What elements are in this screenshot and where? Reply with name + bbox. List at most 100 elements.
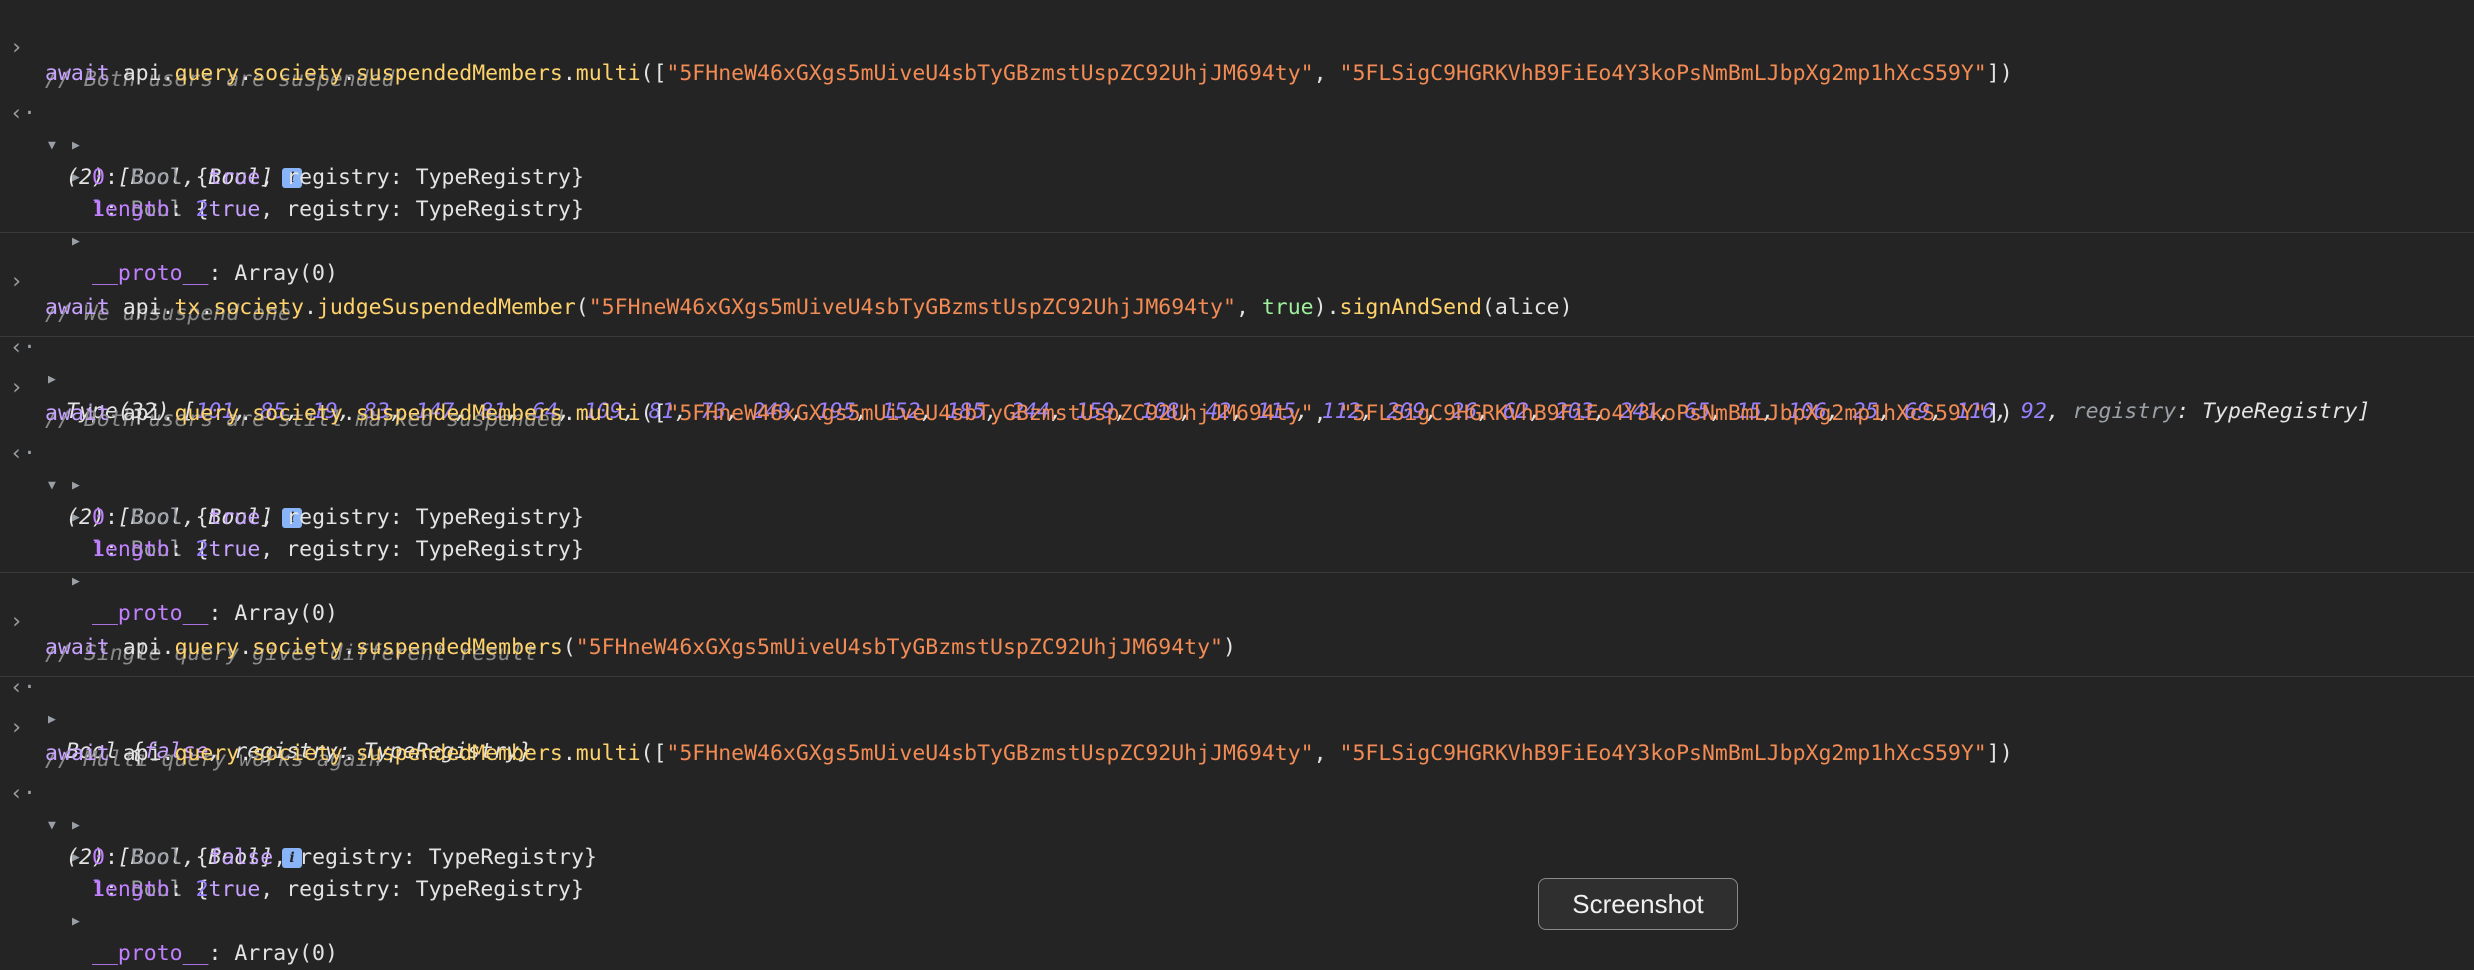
collapse-arrow-icon[interactable]: ▶ <box>72 226 80 258</box>
collapse-arrow-icon[interactable]: ▶ <box>72 130 80 162</box>
collapse-arrow-icon[interactable]: ▶ <box>72 810 80 842</box>
collapse-arrow-icon[interactable]: ▶ <box>48 364 56 396</box>
expand-arrow-icon[interactable]: ▼ <box>48 810 56 842</box>
value: TypeRegistry <box>415 197 571 222</box>
console-input-1-code[interactable]: await api.query.society.suspendedMembers… <box>0 26 2013 86</box>
token: signAndSend <box>1339 295 1482 320</box>
value: TypeRegistry <box>415 505 571 530</box>
token: api <box>122 61 162 86</box>
type: Bool <box>130 165 183 190</box>
token: society <box>252 61 343 86</box>
value: TypeRegistry <box>415 877 571 902</box>
tree-item[interactable]: ▶ 1: Bool {true, registry: TypeRegistry} <box>0 810 584 902</box>
string-address-b: "5FLSigC9HGRKVhB9FiEo4Y3koPsNmBmLJbpXg2m… <box>1339 401 1987 426</box>
string-address-a: "5FHneW46xGXgs5mUiveU4sbTyGBzmstUspZC92U… <box>666 61 1314 86</box>
token: api <box>122 401 162 426</box>
screenshot-tooltip: Screenshot <box>1538 878 1738 930</box>
key: length <box>92 877 170 902</box>
expand-arrow-icon[interactable]: ▼ <box>48 130 56 162</box>
console-result-4[interactable]: ‹· ▶ Bool {false, registry: TypeRegistry… <box>0 640 532 764</box>
divider <box>0 572 2474 573</box>
key: __proto__ <box>92 261 209 286</box>
token: society <box>252 741 343 766</box>
token: multi <box>575 741 641 766</box>
token: suspendedMembers <box>355 741 563 766</box>
string-address-a: "5FHneW46xGXgs5mUiveU4sbTyGBzmstUspZC92U… <box>666 401 1314 426</box>
key: __proto__ <box>92 941 209 966</box>
collapse-arrow-icon[interactable]: ▶ <box>72 906 80 938</box>
console-result-1: ‹· ▼ (2) [Bool, Bool] i <box>0 66 302 190</box>
type: Bool <box>130 845 183 870</box>
value: true <box>208 197 261 222</box>
collapse-arrow-icon[interactable]: ▶ <box>48 704 56 736</box>
value: Array(0) <box>234 261 338 286</box>
token: query <box>174 635 240 660</box>
prop: registry <box>286 537 390 562</box>
tree-item[interactable]: ▶ 1: Bool {true, registry: TypeRegistry} <box>0 130 584 222</box>
key: 0 <box>92 505 105 530</box>
prop: registry <box>286 877 390 902</box>
token: await <box>45 741 110 766</box>
tree-item[interactable]: ▶ 0: Bool {true, registry: TypeRegistry} <box>0 98 584 190</box>
value: Array(0) <box>234 601 338 626</box>
value: TypeRegistry <box>428 845 584 870</box>
key: length <box>92 197 170 222</box>
type32-value: 92 <box>2020 399 2047 424</box>
tree-item[interactable]: ▶ __proto__: Array(0) <box>0 874 338 966</box>
string-address-a: "5FHneW46xGXgs5mUiveU4sbTyGBzmstUspZC92U… <box>575 635 1224 660</box>
string-address-a: "5FHneW46xGXgs5mUiveU4sbTyGBzmstUspZC92U… <box>588 295 1236 320</box>
value: true <box>208 877 261 902</box>
value: true <box>208 505 261 530</box>
console-input-5-code[interactable]: await api.query.society.suspendedMembers… <box>0 706 2013 766</box>
token: suspendedMembers <box>355 635 563 660</box>
tree-item[interactable]: ▶ 1: Bool {true, registry: TypeRegistry} <box>0 470 584 562</box>
collapse-arrow-icon[interactable]: ▶ <box>72 502 80 534</box>
value: 2 <box>195 197 209 222</box>
token: await <box>45 401 110 426</box>
token: api <box>122 295 162 320</box>
value: false <box>208 845 274 870</box>
console-result-2[interactable]: ‹· ▶ Type(32) [101, 85, 19, 83, 147, 81,… <box>0 300 2370 424</box>
token: await <box>45 635 110 660</box>
value: true <box>208 537 261 562</box>
value: 2 <box>195 877 209 902</box>
value: TypeRegistry <box>2202 399 2358 424</box>
string-address-b: "5FLSigC9HGRKVhB9FiEo4Y3koPsNmBmLJbpXg2m… <box>1339 741 1987 766</box>
prop: registry <box>2072 399 2177 424</box>
collapse-arrow-icon[interactable]: ▶ <box>72 566 80 598</box>
token: multi <box>575 61 641 86</box>
console-input-2-code[interactable]: await api.tx.society.judgeSuspendedMembe… <box>0 260 1573 320</box>
token: society <box>252 635 343 660</box>
token: judgeSuspendedMember <box>316 295 576 320</box>
type: Bool <box>130 505 183 530</box>
key: __proto__ <box>92 601 209 626</box>
token: await <box>45 295 110 320</box>
token: suspendedMembers <box>355 401 563 426</box>
value: TypeRegistry <box>415 165 571 190</box>
token: await <box>45 61 110 86</box>
value: Array(0) <box>234 941 338 966</box>
tree-item[interactable]: ▶ 0: Bool {false, registry: TypeRegistry… <box>0 778 597 870</box>
collapse-arrow-icon[interactable]: ▶ <box>72 842 80 874</box>
collapse-arrow-icon[interactable]: ▶ <box>72 162 80 194</box>
token: suspendedMembers <box>355 61 563 86</box>
prop: registry <box>286 505 390 530</box>
string-address-b: "5FLSigC9HGRKVhB9FiEo4Y3koPsNmBmLJbpXg2m… <box>1339 61 1987 86</box>
token: society <box>213 295 304 320</box>
console-result-3: ‹· ▼ (2) [Bool, Bool] i <box>0 406 302 530</box>
tree-item[interactable]: ▶ __proto__: Array(0) <box>0 194 338 286</box>
prop: registry <box>286 197 390 222</box>
tree-item[interactable]: ▶ __proto__: Array(0) <box>0 534 338 626</box>
tree-item: length: 2 <box>92 197 209 222</box>
console-input-3-code[interactable]: await api.query.society.suspendedMembers… <box>0 366 2013 426</box>
divider <box>0 336 2474 337</box>
tree-item[interactable]: ▶ 0: Bool {true, registry: TypeRegistry} <box>0 438 584 530</box>
token: query <box>174 401 240 426</box>
expand-arrow-icon[interactable]: ▼ <box>48 470 56 502</box>
collapse-arrow-icon[interactable]: ▶ <box>72 470 80 502</box>
prop: registry <box>286 165 390 190</box>
console-input-4-code[interactable]: await api.query.society.suspendedMembers… <box>0 600 1236 660</box>
divider <box>0 232 2474 233</box>
token: alice <box>1494 295 1560 320</box>
key: 0 <box>92 165 105 190</box>
